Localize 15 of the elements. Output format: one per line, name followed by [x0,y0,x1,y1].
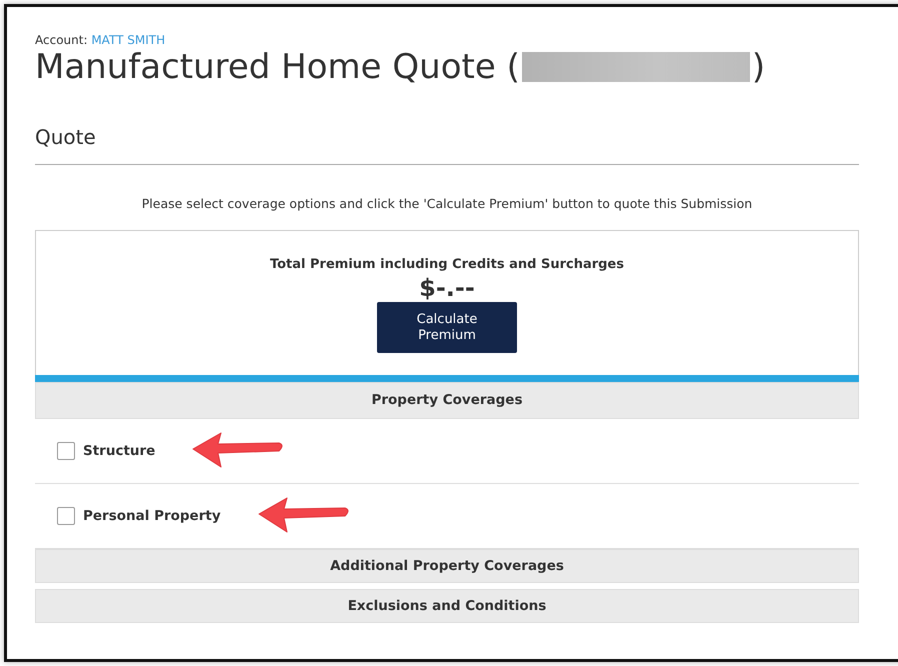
premium-amount: $-.-- [418,274,476,302]
premium-label: Total Premium including Credits and Surcharges [268,256,625,274]
checkbox[interactable] [57,442,75,460]
calculate-premium-button[interactable]: Calculate Premium [377,302,517,354]
page-title: Manufactured Home Quote ( [35,47,520,87]
section-header[interactable]: Property Coverages [35,382,859,420]
checkbox[interactable] [57,507,75,526]
account-label: Account: [35,33,88,47]
section-header[interactable]: Exclusions and Conditions [35,589,859,624]
checkbox-label: Personal Property [83,507,221,526]
section-title: Quote [35,125,859,165]
instruction-text: Please select coverage options and click the 'Calculate Premium' button to quote this Submission [140,195,754,213]
section-header[interactable]: Additional Property Coverages [35,549,859,584]
checkbox-label: Structure [83,442,156,462]
title-parenthesis: ) [752,47,766,87]
